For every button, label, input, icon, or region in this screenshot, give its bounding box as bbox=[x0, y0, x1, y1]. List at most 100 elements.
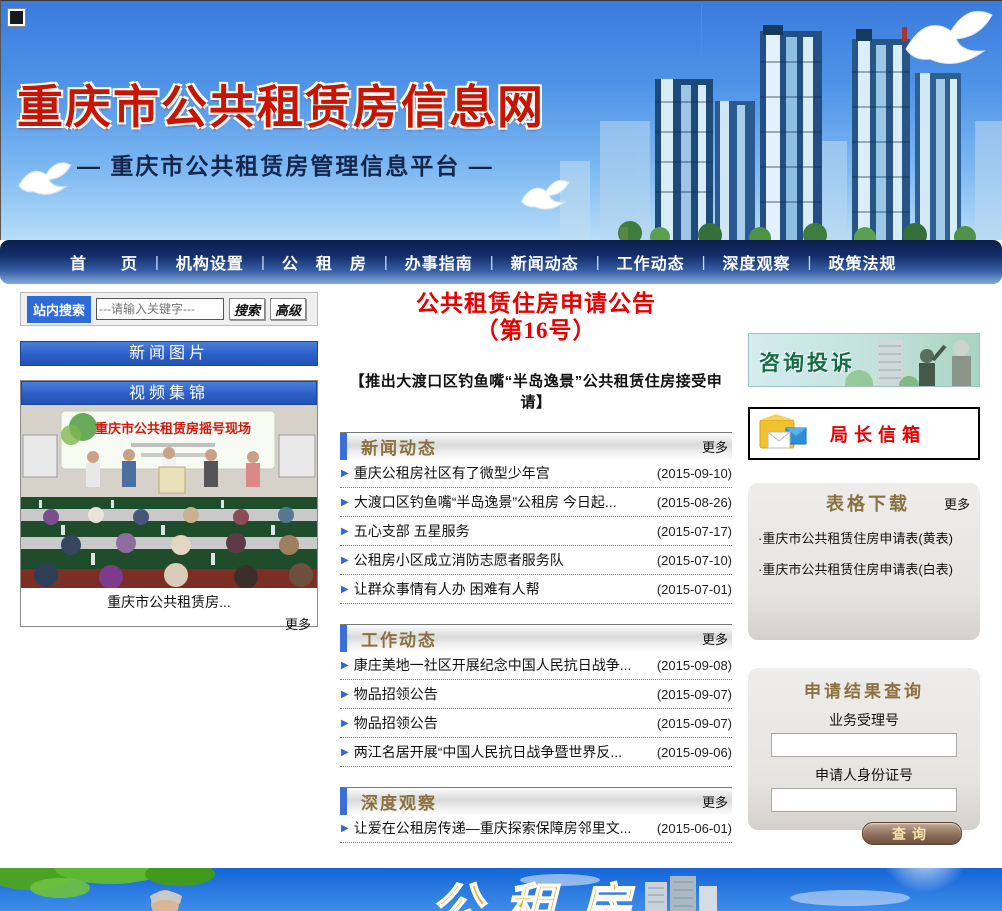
nav-item-depth[interactable]: 深度观察 bbox=[723, 250, 791, 274]
nav-item-policy[interactable]: 政策法规 bbox=[828, 250, 896, 274]
section-accent-bar bbox=[340, 624, 347, 652]
section-work: 工作动态 更多 ▶ 康庄美地一社区开展纪念中国人民抗日战争... (2015-0… bbox=[340, 624, 732, 767]
mailbox-icon bbox=[759, 413, 807, 448]
news-link[interactable]: 让群众事情有人办 困难有人帮 bbox=[354, 579, 657, 599]
section-accent-bar bbox=[340, 787, 347, 815]
consult-complaint-banner[interactable]: 咨询投诉 bbox=[748, 333, 980, 387]
more-link[interactable]: 更多 bbox=[702, 629, 732, 648]
news-list-item: ▶ 公租房小区成立消防志愿者服务队 (2015-07-10) bbox=[340, 546, 732, 575]
section-news: 新闻动态 更多 ▶ 重庆公租房社区有了微型少年宫 (2015-09-10) ▶ … bbox=[340, 432, 732, 604]
business-number-input[interactable] bbox=[771, 733, 957, 757]
arrow-icon: ▶ bbox=[341, 467, 349, 479]
bottom-promo-banner[interactable]: 公租房 bbox=[0, 868, 1002, 911]
search-button[interactable]: 搜索 bbox=[229, 298, 266, 320]
news-date: (2015-09-10) bbox=[656, 465, 732, 481]
news-link[interactable]: 物品招领公告 bbox=[354, 684, 657, 704]
nav-separator: | bbox=[383, 253, 388, 271]
bottom-banner-art: 公租房 bbox=[0, 868, 1002, 911]
business-number-label: 业务受理号 bbox=[829, 712, 899, 728]
news-date: (2015-09-08) bbox=[656, 657, 732, 673]
query-panel-title: 申请结果查询 bbox=[804, 682, 924, 701]
section-title: 新闻动态 bbox=[361, 438, 437, 458]
section-work-header: 工作动态 更多 bbox=[340, 624, 732, 652]
video-panel-header[interactable]: 视频集锦 bbox=[21, 381, 317, 405]
more-link[interactable]: 更多 bbox=[702, 792, 732, 811]
announcement-subtitle[interactable]: 【推出大渡口区钓鱼嘴“半岛逸景”公共租赁住房接受申请】 bbox=[340, 370, 732, 412]
site-subtitle: — 重庆市公共租赁房管理信息平台 — bbox=[77, 153, 494, 179]
news-date: (2015-06-01) bbox=[656, 820, 732, 836]
news-pictures-header[interactable]: 新闻图片 bbox=[20, 341, 318, 366]
arrow-icon: ▶ bbox=[341, 688, 349, 700]
announcement-title-line1: 公共租赁住房申请公告 bbox=[416, 291, 656, 316]
arrow-icon: ▶ bbox=[341, 717, 349, 729]
news-link[interactable]: 康庄美地一社区开展纪念中国人民抗日战争... bbox=[354, 655, 657, 675]
news-list-item: ▶ 让爱在公租房传递—重庆探索保障房邻里文... (2015-06-01) bbox=[340, 814, 732, 843]
news-date: (2015-07-10) bbox=[656, 552, 732, 568]
form-download-more-link[interactable]: 更多 bbox=[944, 494, 970, 513]
nav-item-guide[interactable]: 办事指南 bbox=[405, 250, 473, 274]
announcement-title-line2: （第16号） bbox=[475, 318, 597, 343]
main-content: 公共租赁住房申请公告 （第16号） 【推出大渡口区钓鱼嘴“半岛逸景”公共租赁住房… bbox=[340, 290, 732, 843]
query-submit-button[interactable]: 查询 bbox=[862, 822, 962, 845]
announcement-title[interactable]: 公共租赁住房申请公告 （第16号） bbox=[340, 290, 732, 344]
video-more-link[interactable]: 更多 bbox=[21, 614, 317, 633]
more-link[interactable]: 更多 bbox=[702, 437, 732, 456]
news-link[interactable]: 让爱在公租房传递—重庆探索保障房邻里文... bbox=[354, 818, 657, 838]
section-title: 深度观察 bbox=[361, 793, 437, 813]
nav-separator: | bbox=[155, 253, 159, 271]
video-thumbnail[interactable]: 重庆市公共租赁房摇号现场 bbox=[21, 405, 317, 588]
nav-separator: | bbox=[595, 253, 600, 271]
arrow-icon: ▶ bbox=[341, 496, 349, 508]
right-sidebar: 咨询投诉 局长信箱 表格下载 更多 ·重庆市公共租赁住房申请表(黄表) ·重庆市… bbox=[748, 333, 980, 845]
form-download-panel: 表格下载 更多 ·重庆市公共租赁住房申请表(黄表) ·重庆市公共租赁住房申请表(… bbox=[748, 482, 980, 640]
search-label: 站内搜索 bbox=[27, 295, 92, 323]
advanced-search-button[interactable]: 高级 bbox=[270, 298, 307, 320]
site-title: 重庆市公共租赁房信息网 bbox=[17, 82, 545, 133]
id-number-label: 申请人身份证号 bbox=[815, 767, 913, 783]
video-caption[interactable]: 重庆市公共租赁房... bbox=[21, 592, 317, 612]
search-input[interactable] bbox=[96, 298, 225, 320]
news-link[interactable]: 物品招领公告 bbox=[354, 713, 657, 733]
download-link-yellow-form[interactable]: ·重庆市公共租赁住房申请表(黄表) bbox=[758, 528, 970, 547]
arrow-icon: ▶ bbox=[341, 554, 349, 566]
news-link[interactable]: 两江名居开展“中国人民抗日战争暨世界反... bbox=[354, 742, 657, 762]
news-list-item: ▶ 康庄美地一社区开展纪念中国人民抗日战争... (2015-09-08) bbox=[340, 651, 732, 680]
nav-item-gongzufang[interactable]: 公 租 房 bbox=[282, 250, 367, 274]
arrow-icon: ▶ bbox=[341, 583, 349, 595]
dove-icon bbox=[905, 11, 993, 64]
news-date: (2015-07-17) bbox=[656, 523, 732, 539]
main-nav: 首 页 | 机构设置 | 公 租 房 | 办事指南 | 新闻动态 | 工作动态 … bbox=[0, 240, 1002, 284]
director-mailbox-banner[interactable]: 局长信箱 bbox=[748, 407, 980, 460]
application-result-query-panel: 申请结果查询 业务受理号 申请人身份证号 查询 bbox=[748, 667, 980, 845]
nav-item-news[interactable]: 新闻动态 bbox=[511, 250, 579, 274]
nav-separator: | bbox=[701, 253, 706, 271]
video-panel: 视频集锦 重庆市公共租赁房摇号现场 重庆市公共租赁房... 更多 bbox=[20, 380, 318, 632]
section-depth: 深度观察 更多 ▶ 让爱在公租房传递—重庆探索保障房邻里文... (2015-0… bbox=[340, 787, 732, 843]
site-search-box: 站内搜索 搜索 高级 bbox=[20, 292, 318, 326]
news-link[interactable]: 公租房小区成立消防志愿者服务队 bbox=[354, 550, 657, 570]
download-link-white-form[interactable]: ·重庆市公共租赁住房申请表(白表) bbox=[758, 559, 970, 578]
arrow-icon: ▶ bbox=[341, 822, 349, 834]
news-list-item: ▶ 大渡口区钓鱼嘴“半岛逸景”公租房 今日起... (2015-08-26) bbox=[340, 488, 732, 517]
news-date: (2015-08-26) bbox=[656, 494, 732, 510]
news-list-item: ▶ 五心支部 五星服务 (2015-07-17) bbox=[340, 517, 732, 546]
nav-item-home[interactable]: 首 页 bbox=[70, 250, 138, 274]
news-link[interactable]: 大渡口区钓鱼嘴“半岛逸景”公租房 今日起... bbox=[354, 492, 657, 512]
nav-separator: | bbox=[489, 253, 494, 271]
news-date: (2015-09-06) bbox=[656, 744, 732, 760]
nav-item-org[interactable]: 机构设置 bbox=[176, 250, 244, 274]
form-download-title: 表格下载 bbox=[825, 494, 910, 514]
news-link[interactable]: 五心支部 五星服务 bbox=[354, 521, 657, 541]
nav-item-work[interactable]: 工作动态 bbox=[617, 250, 685, 274]
news-list-item: ▶ 重庆公租房社区有了微型少年宫 (2015-09-10) bbox=[340, 459, 732, 488]
news-date: (2015-07-01) bbox=[656, 581, 732, 597]
director-mailbox-label: 局长信箱 bbox=[830, 424, 926, 445]
site-header: 重庆市公共租赁房信息网 — 重庆市公共租赁房管理信息平台 — bbox=[0, 0, 1002, 240]
news-list-item: ▶ 两江名居开展“中国人民抗日战争暨世界反... (2015-09-06) bbox=[340, 738, 732, 767]
banner-calligraphy-text: 公租房 bbox=[430, 880, 652, 911]
news-link[interactable]: 重庆公租房社区有了微型少年宫 bbox=[354, 463, 657, 483]
id-number-input[interactable] bbox=[771, 788, 957, 812]
arrow-icon: ▶ bbox=[341, 659, 349, 671]
news-list-item: ▶ 让群众事情有人办 困难有人帮 (2015-07-01) bbox=[340, 575, 732, 604]
section-title: 工作动态 bbox=[361, 630, 437, 650]
